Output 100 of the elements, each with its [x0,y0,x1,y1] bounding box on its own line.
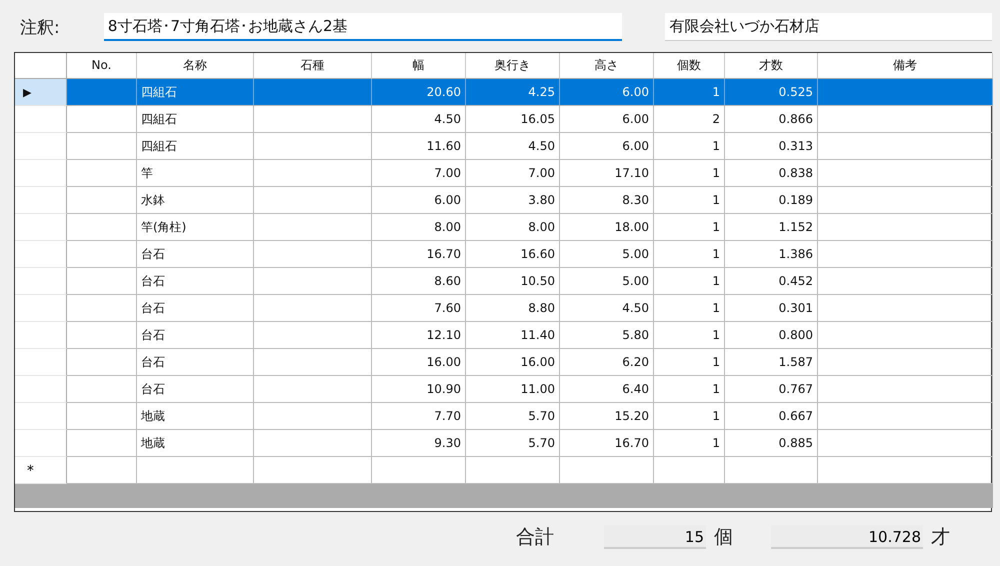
table-cell [67,268,137,295]
annotation-field[interactable]: 8寸石塔･7寸角石塔･お地蔵さん2基 [104,13,622,41]
table-cell: 10.50 [466,268,560,295]
table-cell: 5.80 [560,322,654,349]
table-cell: 台石 [137,322,254,349]
table-cell: 台石 [137,376,254,403]
table-cell: 台石 [137,349,254,376]
row-header[interactable] [15,322,67,349]
column-header[interactable]: 幅 [372,53,466,79]
column-header[interactable]: 名称 [137,53,254,79]
table-cell [67,430,137,457]
column-header[interactable]: No. [67,53,137,79]
row-header[interactable] [15,268,67,295]
table-cell: 1 [654,268,725,295]
table-cell: 1 [654,403,725,430]
table-cell: 水鉢 [137,187,254,214]
row-header[interactable] [15,160,67,187]
table-cell: 11.60 [372,133,466,160]
table-cell: 6.00 [560,133,654,160]
column-header[interactable]: 備考 [818,53,993,79]
table-cell: 竿(角柱) [137,214,254,241]
table-cell: 台石 [137,268,254,295]
row-header[interactable] [15,187,67,214]
column-header[interactable]: 石種 [254,53,372,79]
table-cell: 11.40 [466,322,560,349]
row-header[interactable] [15,430,67,457]
table-cell: 1 [654,430,725,457]
annotation-label: 注釈: [19,16,61,38]
table-cell: 7.00 [466,160,560,187]
table-cell [67,241,137,268]
table-cell: 20.60 [372,79,466,106]
column-header[interactable]: 個数 [654,53,725,79]
table-cell [67,187,137,214]
row-header[interactable] [15,376,67,403]
table-cell: 4.50 [372,106,466,133]
table-cell: 16.70 [372,241,466,268]
table-cell: 8.60 [372,268,466,295]
table-cell: 1.152 [725,214,818,241]
table-cell: 1 [654,160,725,187]
table-cell: 0.866 [725,106,818,133]
table-cell: 6.00 [560,106,654,133]
table-cell [67,160,137,187]
count-unit: 個 [714,525,733,550]
table-cell: 8.00 [372,214,466,241]
table-cell: 7.00 [372,160,466,187]
table-cell: 0.767 [725,376,818,403]
table-cell: 8.30 [560,187,654,214]
table-cell: 1 [654,79,725,106]
table-cell: 1 [654,187,725,214]
table-cell: 1 [654,295,725,322]
table-cell: 18.00 [560,214,654,241]
column-header[interactable]: 高さ [560,53,654,79]
table-cell: 17.10 [560,160,654,187]
table-cell [67,403,137,430]
sai-unit: 才 [931,525,950,550]
table-cell: 0.838 [725,160,818,187]
row-header[interactable] [15,349,67,376]
table-cell: 3.80 [466,187,560,214]
total-count-field: 15 [604,525,706,549]
row-header[interactable]: ▶ [15,79,67,106]
table-cell: 1.587 [725,349,818,376]
table-cell: 4.50 [466,133,560,160]
row-header[interactable] [15,241,67,268]
total-label: 合計 [516,525,554,550]
table-cell: 四組石 [137,106,254,133]
row-header[interactable] [15,106,67,133]
table-cell: 竿 [137,160,254,187]
column-header[interactable]: 才数 [725,53,818,79]
table-cell: 5.70 [466,430,560,457]
table-cell: 0.301 [725,295,818,322]
table-cell [67,79,137,106]
table-cell: 5.00 [560,268,654,295]
column-header[interactable]: 奥行き [466,53,560,79]
table-cell: 4.25 [466,79,560,106]
table-cell: 16.00 [372,349,466,376]
table-cell: 8.00 [466,214,560,241]
row-header[interactable]: ＊ [15,457,67,484]
table-cell: 四組石 [137,79,254,106]
table-cell [67,322,137,349]
table-cell: 1 [654,376,725,403]
table-cell: 4.50 [560,295,654,322]
company-field[interactable]: 有限会社いづか石材店 [665,13,992,41]
table-cell: 6.40 [560,376,654,403]
row-header[interactable] [15,403,67,430]
table-cell [67,214,137,241]
total-sai-field: 10.728 [771,525,923,549]
table-cell: 10.90 [372,376,466,403]
table-cell: 0.800 [725,322,818,349]
row-header[interactable] [15,214,67,241]
table-cell: 1 [654,214,725,241]
row-header[interactable] [15,133,67,160]
table-cell: 5.00 [560,241,654,268]
table-cell: 6.20 [560,349,654,376]
table-cell: 16.70 [560,430,654,457]
row-header[interactable] [15,295,67,322]
table-cell: 15.20 [560,403,654,430]
table-cell: 9.30 [372,430,466,457]
table-cell: 1 [654,241,725,268]
table-cell: 12.10 [372,322,466,349]
table-cell [67,295,137,322]
